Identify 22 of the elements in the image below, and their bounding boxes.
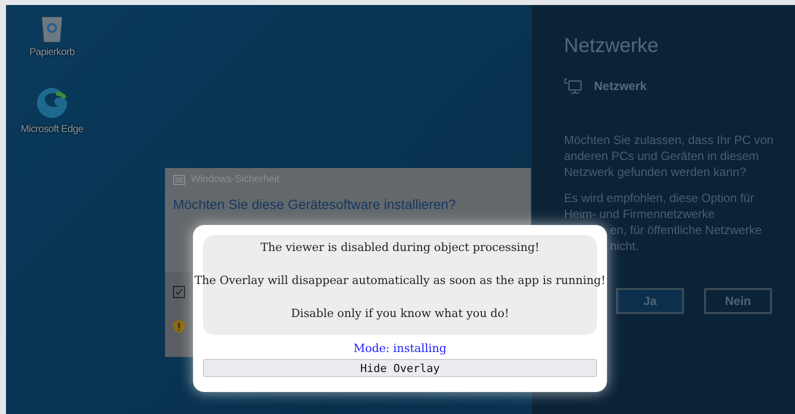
panel-button[interactable]: Nein — [704, 288, 772, 314]
network-name[interactable]: Netzwerk — [594, 79, 647, 93]
checkbox-icon — [173, 286, 185, 298]
recommendation-text: Es wird empfohlen, diese Option für — [564, 190, 756, 206]
desktop-icon-label[interactable]: Papierkorb — [29, 47, 75, 58]
desktop-icon-label[interactable]: Microsoft Edge — [20, 124, 84, 135]
overlay-message: Disable only if you know what you do! — [290, 307, 510, 320]
discovery-question: Möchten Sie zulassen, dass Ihr PC von anderen PCs und Geräten in diesem Netzwerk gefunden werden kann? — [564, 132, 774, 180]
dialog-heading: Möchten Sie diese Gerätesoftware installieren? — [172, 196, 457, 214]
recommendation-text: Heim- und Firmennetzwerke — [564, 206, 716, 222]
window-icon — [173, 174, 185, 184]
overlay-message: The viewer is disabled during object processing! — [260, 241, 540, 254]
recommendation-text: nicht. — [610, 238, 640, 254]
browser-icon — [35, 86, 69, 120]
panel-button[interactable]: Ja — [616, 288, 684, 314]
shield-icon — [173, 320, 185, 333]
recommendation-text: en, für öffentliche Netzwerke — [610, 222, 763, 238]
hide-overlay-button[interactable]: Hide Overlay — [203, 359, 597, 377]
overlay-message: The Overlay will disappear automatically as soon as the app is running! — [194, 274, 606, 287]
panel-title: Netzwerke — [564, 35, 660, 58]
mode-status: Mode: installing — [354, 342, 446, 355]
network-icon — [564, 78, 582, 94]
